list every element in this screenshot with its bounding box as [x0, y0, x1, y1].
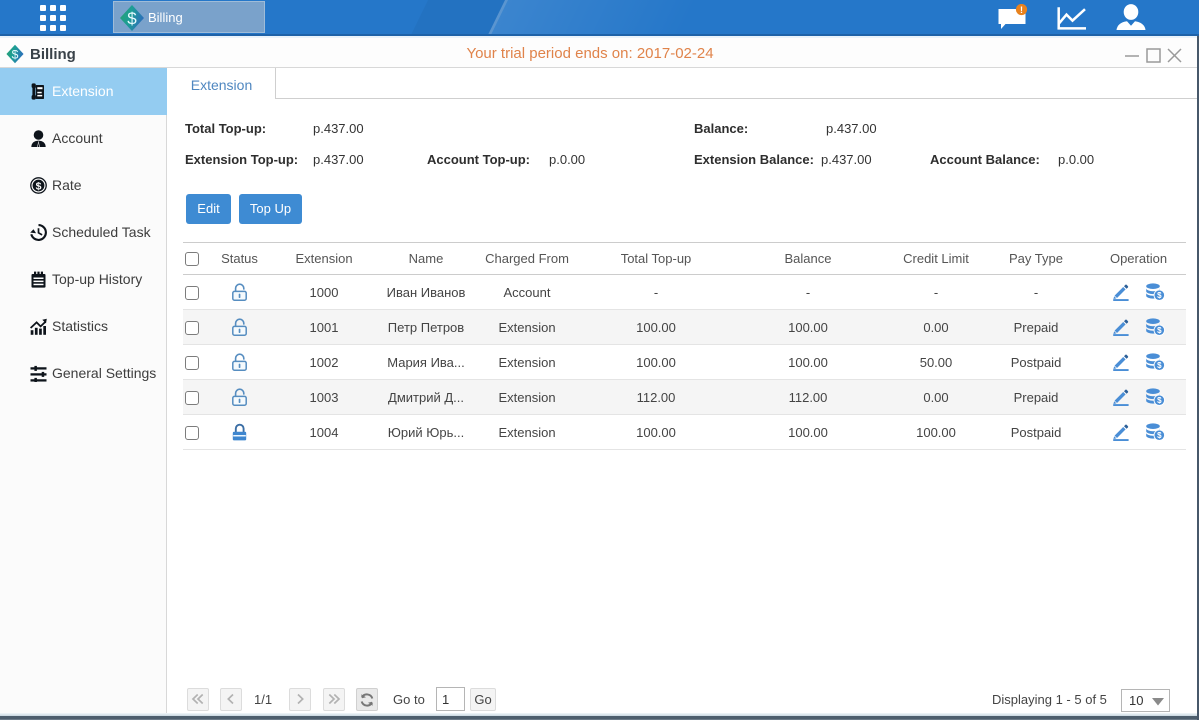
svg-text:$: $	[1157, 361, 1162, 370]
svg-text:$: $	[36, 180, 42, 192]
svg-text:$: $	[1157, 396, 1162, 405]
svg-text:$: $	[1157, 326, 1162, 335]
svg-text:$: $	[1157, 291, 1162, 300]
svg-text:$: $	[127, 9, 137, 28]
svg-text:!: !	[1020, 5, 1023, 15]
svg-text:$: $	[1157, 431, 1162, 440]
